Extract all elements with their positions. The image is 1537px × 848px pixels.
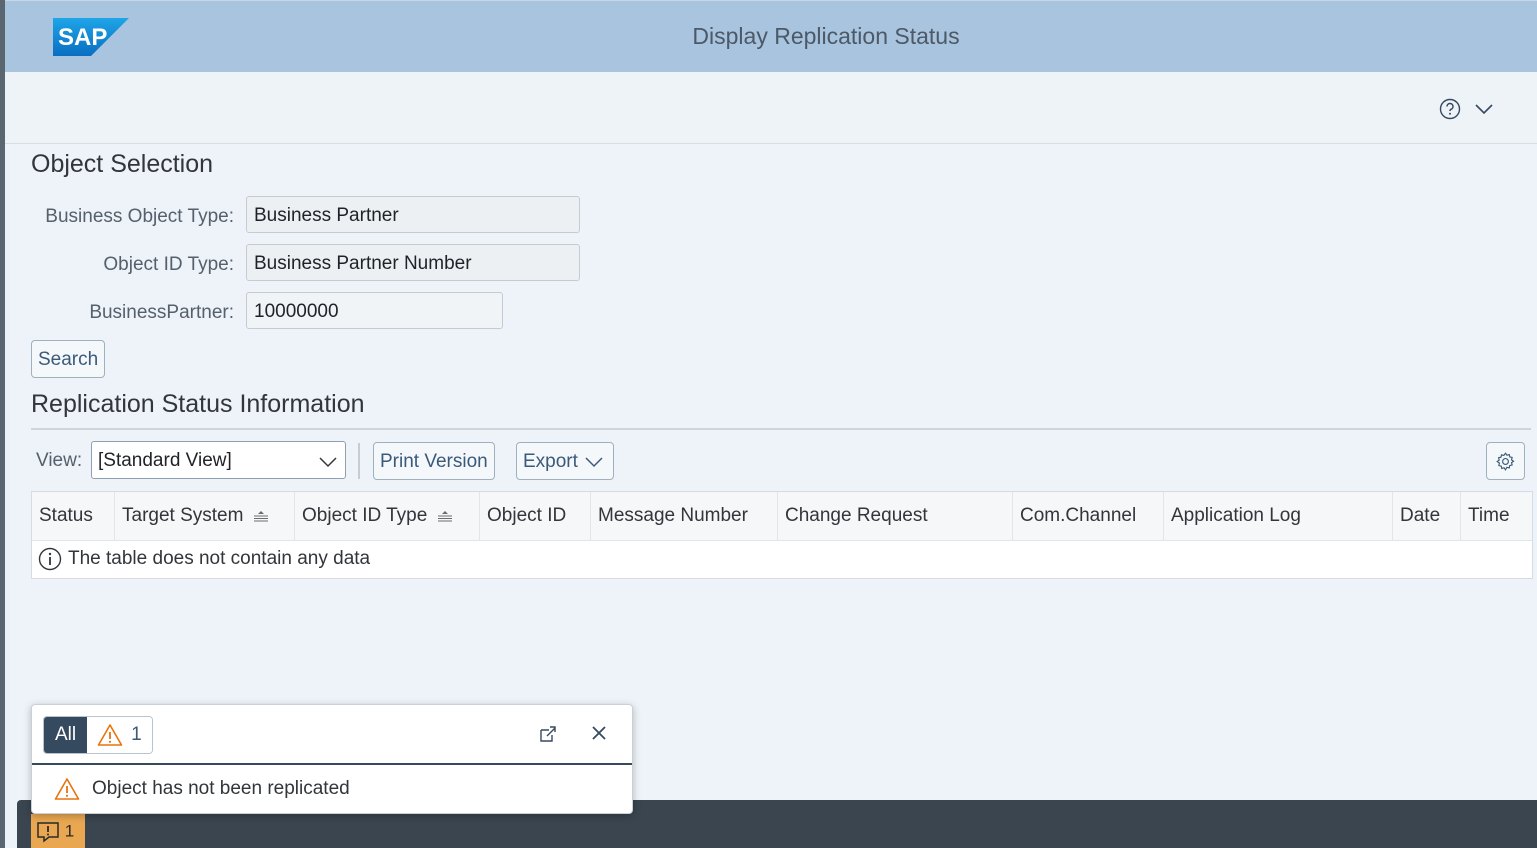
open-in-window-icon[interactable] bbox=[538, 724, 558, 749]
gear-icon bbox=[1496, 452, 1515, 471]
business-object-type-label: Business Object Type: bbox=[45, 206, 234, 227]
column-label: Target System bbox=[122, 505, 244, 526]
message-text: Object has not been replicated bbox=[92, 778, 350, 799]
object-selection-title: Object Selection bbox=[31, 150, 214, 178]
section-divider bbox=[31, 428, 1531, 430]
column-header-status[interactable]: Status bbox=[32, 492, 115, 540]
sort-ascending-icon bbox=[253, 510, 268, 522]
search-button[interactable]: Search bbox=[31, 340, 106, 378]
message-item[interactable]: Object has not been replicated bbox=[54, 777, 350, 801]
sub-header bbox=[5, 72, 1537, 144]
chevron-down-icon bbox=[319, 452, 337, 474]
help-icon[interactable] bbox=[1439, 98, 1461, 125]
export-button[interactable]: Export bbox=[516, 442, 614, 480]
view-select[interactable]: [Standard View] bbox=[91, 441, 346, 479]
business-object-type-field[interactable]: Business Partner bbox=[246, 196, 580, 233]
table-settings-button[interactable] bbox=[1486, 442, 1525, 480]
column-header-object-id-type[interactable]: Object ID Type bbox=[295, 492, 480, 540]
message-warning-icon bbox=[37, 822, 59, 843]
message-popover-header: All 1 bbox=[32, 705, 632, 765]
warning-count: 1 bbox=[131, 724, 142, 745]
app-title: Display Replication Status bbox=[692, 23, 960, 49]
column-header-application-log[interactable]: Application Log bbox=[1164, 492, 1393, 540]
sort-ascending-icon bbox=[437, 510, 452, 522]
warning-icon bbox=[54, 778, 80, 800]
replication-table: Status Target System Object ID Type Obje… bbox=[31, 491, 1533, 579]
message-toggle-button[interactable]: 1 bbox=[31, 814, 85, 848]
close-icon[interactable] bbox=[591, 725, 607, 746]
export-label: Export bbox=[523, 451, 578, 472]
column-header-message-number[interactable]: Message Number bbox=[591, 492, 778, 540]
business-partner-label: BusinessPartner: bbox=[89, 302, 234, 323]
warning-icon bbox=[97, 724, 123, 746]
object-id-type-label: Object ID Type: bbox=[103, 254, 234, 275]
business-partner-input[interactable]: 10000000 bbox=[246, 292, 503, 329]
shell-bar: SAP Display Replication Status bbox=[5, 0, 1537, 73]
message-count: 1 bbox=[64, 821, 75, 841]
message-popover: All 1 Object has not been replicated bbox=[31, 704, 633, 814]
column-header-date[interactable]: Date bbox=[1393, 492, 1461, 540]
info-icon bbox=[38, 547, 62, 571]
filter-all-button[interactable]: All bbox=[44, 717, 88, 753]
replication-status-title: Replication Status Information bbox=[31, 390, 365, 418]
toolbar-separator bbox=[358, 443, 360, 479]
chevron-down-icon bbox=[585, 457, 603, 468]
print-version-button[interactable]: Print Version bbox=[373, 442, 495, 480]
column-header-com-channel[interactable]: Com.Channel bbox=[1013, 492, 1164, 540]
empty-table-text: The table does not contain any data bbox=[68, 548, 371, 570]
view-select-value: [Standard View] bbox=[98, 450, 232, 471]
filter-warning-button[interactable]: 1 bbox=[87, 717, 152, 753]
chevron-down-icon[interactable] bbox=[1475, 102, 1493, 120]
column-header-time[interactable]: Time bbox=[1461, 492, 1532, 540]
column-label: Object ID Type bbox=[302, 505, 428, 526]
table-header: Status Target System Object ID Type Obje… bbox=[32, 492, 1532, 541]
view-label: View: bbox=[36, 450, 83, 471]
message-filter: All 1 bbox=[43, 716, 153, 754]
column-header-object-id[interactable]: Object ID bbox=[480, 492, 591, 540]
column-header-change-request[interactable]: Change Request bbox=[778, 492, 1013, 540]
object-id-type-field[interactable]: Business Partner Number bbox=[246, 244, 580, 281]
column-header-target-system[interactable]: Target System bbox=[115, 492, 295, 540]
empty-table-message: The table does not contain any data bbox=[38, 547, 370, 571]
